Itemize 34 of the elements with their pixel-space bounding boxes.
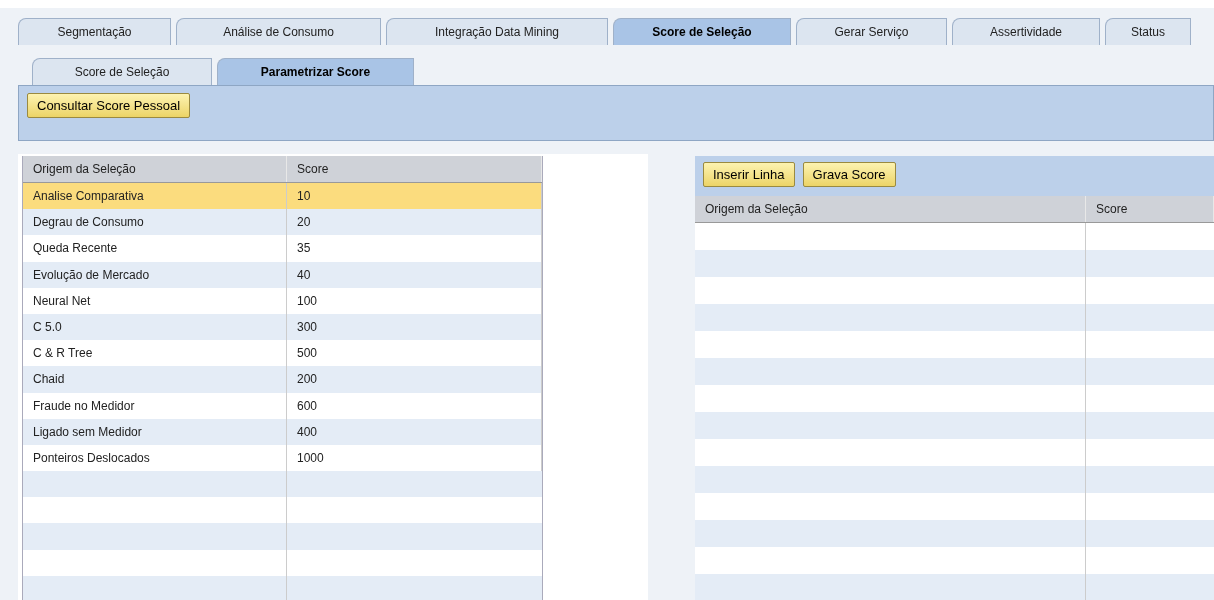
tab[interactable]: Score de Seleção bbox=[32, 58, 212, 85]
table-cell: Neural Net bbox=[23, 287, 287, 314]
table-row[interactable]: Analise Comparativa 10 bbox=[23, 183, 542, 210]
tab[interactable]: Gerar Serviço bbox=[796, 18, 947, 45]
button[interactable]: Inserir Linha bbox=[703, 162, 795, 187]
table-cell: Fraude no Medidor bbox=[23, 392, 287, 419]
table-row[interactable]: C 5.0 300 bbox=[23, 313, 542, 341]
table-cell: 35 bbox=[287, 235, 542, 262]
table-cell: 600 bbox=[287, 392, 542, 419]
button[interactable]: Grava Score bbox=[802, 162, 896, 187]
column-header: Origem da Seleção bbox=[23, 156, 287, 182]
table-cell: 100 bbox=[287, 287, 542, 314]
column-header: Score bbox=[287, 156, 542, 182]
column-header: Score bbox=[1086, 196, 1214, 222]
table-cell: Chaid bbox=[23, 366, 287, 393]
tab[interactable]: Segmentação bbox=[18, 18, 171, 45]
table-cell: Queda Recente bbox=[23, 235, 287, 262]
table-cell: 200 bbox=[287, 366, 542, 393]
column-header: Origem da Seleção bbox=[695, 196, 1086, 222]
table-cell: Ligado sem Medidor bbox=[23, 418, 287, 445]
table-cell: 400 bbox=[287, 418, 542, 445]
tab[interactable]: Parametrizar Score bbox=[217, 58, 414, 85]
tab[interactable]: Integração Data Mining bbox=[386, 18, 608, 45]
table-row[interactable]: Degrau de Consumo 20 bbox=[23, 209, 542, 236]
table-row[interactable]: Chaid 200 bbox=[23, 366, 542, 393]
table-row[interactable]: Evolução de Mercado 40 bbox=[23, 261, 542, 288]
button[interactable]: Consultar Score Pessoal bbox=[27, 93, 191, 118]
table-row[interactable]: Ligado sem Medidor 400 bbox=[23, 418, 542, 445]
tab[interactable]: Assertividade bbox=[952, 18, 1100, 45]
table-cell: Evolução de Mercado bbox=[23, 261, 287, 288]
table-cell: 40 bbox=[287, 261, 542, 288]
tab[interactable]: Análise de Consumo bbox=[176, 18, 381, 45]
tab[interactable]: Score de Seleção bbox=[613, 18, 791, 45]
tab[interactable]: Status bbox=[1105, 18, 1191, 45]
